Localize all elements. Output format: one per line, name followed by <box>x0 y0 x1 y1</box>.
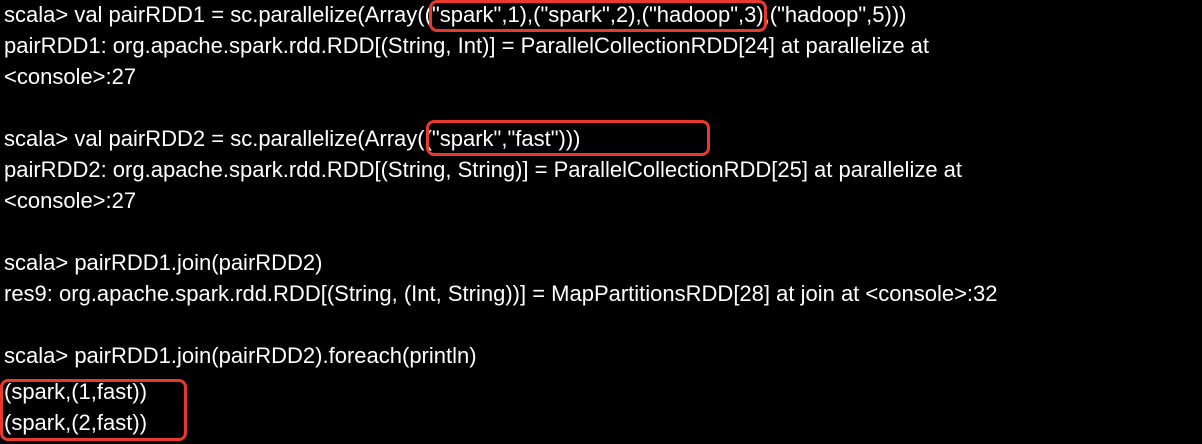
output-line-console: <console>:27 <box>4 64 137 89</box>
output-line-res9: res9: org.apache.spark.rdd.RDD[(String, … <box>4 281 998 306</box>
command-line-pairrdd1: scala> val pairRDD1 = sc.parallelize(Arr… <box>4 2 907 27</box>
output-line-pairrdd1: pairRDD1: org.apache.spark.rdd.RDD[(Stri… <box>4 33 930 58</box>
output-line-pairrdd2: pairRDD2: org.apache.spark.rdd.RDD[(Stri… <box>4 157 963 182</box>
output-line-console: <console>:27 <box>4 188 137 213</box>
terminal-window[interactable]: scala> val pairRDD1 = sc.parallelize(Arr… <box>0 0 1202 444</box>
command-line-join: scala> pairRDD1.join(pairRDD2) <box>4 250 323 275</box>
command-line-foreach: scala> pairRDD1.join(pairRDD2).foreach(p… <box>4 343 477 368</box>
command-line-pairrdd2: scala> val pairRDD2 = sc.parallelize(Arr… <box>4 126 581 151</box>
result-line: (spark,(2,fast)) <box>4 410 148 435</box>
result-line: (spark,(1,fast)) <box>4 379 148 404</box>
